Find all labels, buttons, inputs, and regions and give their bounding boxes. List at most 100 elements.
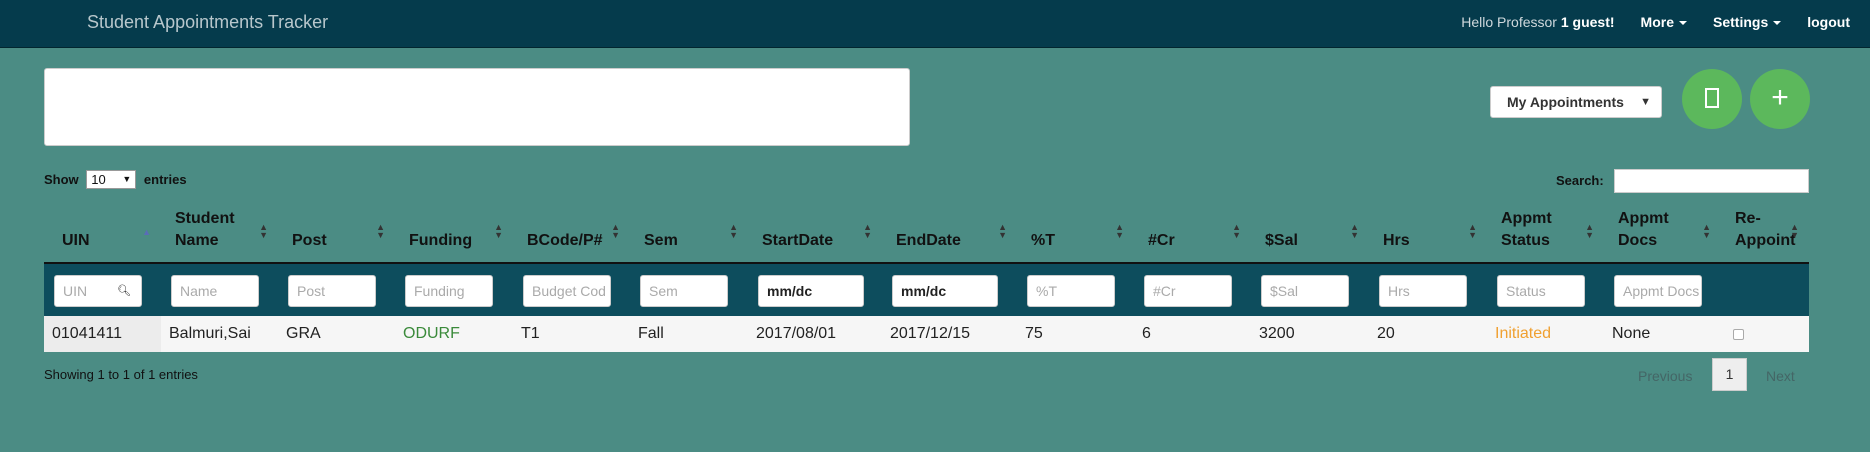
page-1-button[interactable]: 1 [1712, 358, 1747, 391]
add-appointment-button[interactable]: + [1750, 69, 1810, 129]
sort-icon: ▲ ▼ [1115, 222, 1124, 240]
header-line-1: Post [292, 232, 327, 249]
column-header-label: #Cr [1148, 230, 1175, 252]
filter-input-end[interactable]: mm/dc [892, 275, 998, 307]
page-length-select[interactable]: 10 ▼ [86, 170, 137, 189]
greeting-user: 1 guest! [1560, 14, 1615, 30]
filter-placeholder: Status [1506, 283, 1546, 299]
filter-placeholder: mm/dc [901, 283, 947, 299]
cell-docs: None [1612, 325, 1651, 342]
sort-icon: ▲ ▼ [1468, 222, 1477, 240]
header-line-2: Appoint [1735, 232, 1796, 249]
filter-input-sal[interactable]: $Sal [1261, 275, 1349, 307]
column-header-name[interactable]: Student Name ▲ ▼ [161, 206, 278, 264]
filter-placeholder: mm/dc [767, 283, 813, 299]
dropdown-arrow-icon: ▼ [122, 174, 132, 184]
filter-placeholder: #Cr [1153, 283, 1176, 299]
column-header-uin[interactable]: UIN ▲ [44, 206, 161, 264]
column-header-label: StartDate [762, 230, 833, 252]
sort-icon: ▲ ▼ [376, 222, 385, 240]
filter-input-docs[interactable]: Appmt Docs [1614, 275, 1702, 307]
more-menu[interactable]: More [1641, 14, 1687, 30]
column-header-post[interactable]: Post ▲ ▼ [278, 206, 395, 264]
header-line-1: UIN [62, 232, 90, 249]
column-header-label: $Sal [1265, 230, 1298, 252]
filter-input-status[interactable]: Status [1497, 275, 1585, 307]
search-input[interactable] [1614, 169, 1809, 193]
column-header-pct[interactable]: %T ▲ ▼ [1017, 206, 1134, 264]
column-header-label: %T [1031, 230, 1055, 252]
filter-input-start[interactable]: mm/dc [758, 275, 864, 307]
search-label: Search: [1556, 173, 1604, 188]
column-header-funding[interactable]: Funding ▲ ▼ [395, 206, 513, 264]
cell-funding: ODURF [403, 325, 460, 342]
sort-icon: ▲ ▼ [494, 222, 503, 240]
sort-icon: ▲ ▼ [863, 222, 872, 240]
filter-input-post[interactable]: Post [288, 275, 376, 307]
table-row[interactable]: 01041411 Balmuri,Sai GRA ODURF T1 Fall 2017/08… [44, 316, 1809, 352]
column-header-label: Funding [409, 230, 472, 252]
column-header-start[interactable]: StartDate ▲ ▼ [748, 206, 882, 264]
header-line-1: StartDate [762, 232, 834, 249]
column-header-hrs[interactable]: Hrs ▲ ▼ [1369, 206, 1487, 264]
header-line-1: %T [1031, 232, 1055, 249]
header-line-2: Docs [1618, 232, 1658, 249]
settings-menu[interactable]: Settings [1713, 14, 1782, 30]
sort-icon: ▲ ▼ [729, 222, 738, 240]
previous-page-button[interactable]: Previous [1638, 360, 1692, 392]
cell-start: 2017/08/01 [756, 325, 837, 342]
cell-name: Balmuri,Sai [169, 325, 251, 342]
sort-icon: ▲ ▼ [1232, 222, 1241, 240]
sort-icon: ▲ ▼ [998, 222, 1007, 240]
column-header-label: EndDate [896, 230, 961, 252]
filter-input-hrs[interactable]: Hrs [1379, 275, 1467, 307]
filter-input-pct[interactable]: %T [1027, 275, 1115, 307]
filter-placeholder: Name [180, 283, 218, 299]
header-line-1: Student [175, 210, 235, 227]
document-button[interactable] [1682, 69, 1742, 129]
column-header-label: UIN [62, 230, 90, 252]
filter-placeholder: UIN [63, 283, 88, 299]
column-header-sem[interactable]: Sem ▲ ▼ [630, 206, 748, 264]
column-header-label: BCode/P# [527, 230, 603, 252]
caret-down-icon [1773, 21, 1782, 26]
column-header-status[interactable]: Appmt Status ▲ ▼ [1487, 206, 1604, 264]
sort-icon: ▲ ▼ [1350, 222, 1359, 240]
show-label: Show [44, 172, 79, 187]
filter-input-cr[interactable]: #Cr [1144, 275, 1232, 307]
appointments-filter-select[interactable]: My Appointments ▼ [1490, 86, 1662, 118]
page-length-control: Show 10 ▼ entries [44, 170, 187, 189]
page-length-value: 10 [91, 172, 106, 187]
greeting: Hello Professor 1 guest! [1461, 14, 1614, 30]
column-header-docs[interactable]: Appmt Docs ▲ ▼ [1604, 206, 1721, 264]
cell-hrs: 20 [1377, 325, 1395, 342]
app-brand[interactable]: Student Appointments Tracker [87, 12, 328, 33]
column-header-end[interactable]: EndDate ▲ ▼ [882, 206, 1017, 264]
cell-uin: 01041411 [44, 316, 161, 352]
filter-placeholder: Hrs [1388, 283, 1410, 299]
sort-icon: ▲ ▼ [611, 222, 620, 240]
plus-icon: + [1771, 81, 1789, 114]
filter-input-uin[interactable]: UIN 🔍︎ [54, 275, 142, 307]
more-label: More [1640, 14, 1674, 30]
column-header-reappoint[interactable]: Re- Appoint ▲ ▼ [1721, 206, 1809, 264]
document-icon [1705, 88, 1719, 109]
reappoint-checkbox[interactable] [1733, 329, 1744, 340]
filter-placeholder: $Sal [1270, 283, 1299, 299]
next-page-button[interactable]: Next [1766, 360, 1795, 392]
filter-input-funding[interactable]: Funding [405, 275, 493, 307]
filter-input-bcode[interactable]: Budget Cod [523, 275, 611, 307]
filter-input-name[interactable]: Name [171, 275, 259, 307]
header-line-2: Status [1501, 232, 1550, 249]
sort-icon: ▲ ▼ [1702, 222, 1711, 240]
sort-icon: ▲ ▼ [1790, 222, 1799, 240]
column-header-label: Appmt Docs [1618, 208, 1669, 252]
cell-sem: Fall [638, 325, 664, 342]
filter-input-sem[interactable]: Sem [640, 275, 728, 307]
dropdown-arrow-icon: ▼ [1640, 96, 1651, 108]
notes-textarea[interactable] [44, 68, 910, 146]
column-header-sal[interactable]: $Sal ▲ ▼ [1251, 206, 1369, 264]
logout-link[interactable]: logout [1807, 14, 1850, 30]
column-header-cr[interactable]: #Cr ▲ ▼ [1134, 206, 1251, 264]
column-header-bcode[interactable]: BCode/P# ▲ ▼ [513, 206, 630, 264]
